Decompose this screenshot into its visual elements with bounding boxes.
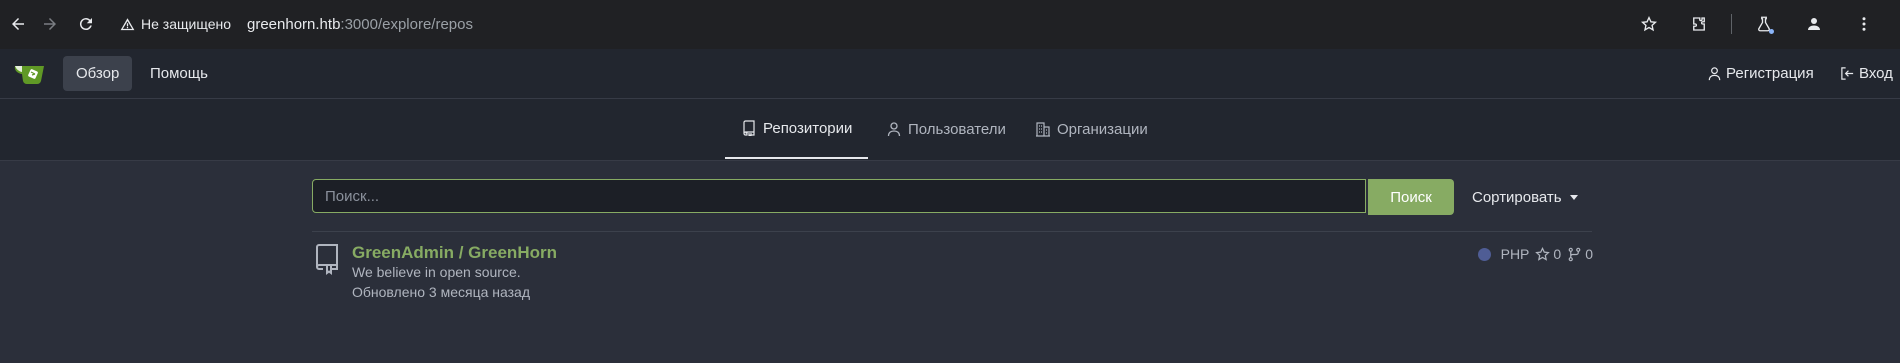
repo-meta: PHP 0 0 xyxy=(1477,244,1593,264)
nav-help[interactable]: Помощь xyxy=(137,56,221,91)
browser-actions xyxy=(1631,6,1882,42)
tab-label: Пользователи xyxy=(908,120,1006,138)
fork-icon xyxy=(1568,247,1581,261)
profile-button[interactable] xyxy=(1796,6,1832,42)
top-navbar: Обзор Помощь Регистрация Вход xyxy=(0,49,1900,99)
register-label: Регистрация xyxy=(1726,65,1814,82)
address-bar[interactable]: Не защищено greenhorn.htb:3000/explore/r… xyxy=(120,6,473,42)
repo-icon xyxy=(316,244,338,275)
forks-link[interactable]: 0 xyxy=(1567,246,1593,262)
sort-label: Сортировать xyxy=(1472,188,1562,206)
toolbar-separator xyxy=(1731,14,1732,34)
back-button[interactable] xyxy=(0,6,36,42)
bookmark-star-button[interactable] xyxy=(1631,6,1667,42)
person-add-icon xyxy=(1708,67,1721,81)
person-icon xyxy=(1808,18,1820,30)
login-link[interactable]: Вход xyxy=(1840,56,1893,91)
tab-organizations[interactable]: Организации xyxy=(1019,99,1164,159)
forks-count: 0 xyxy=(1585,246,1593,262)
tab-label: Организации xyxy=(1057,120,1148,138)
tab-users[interactable]: Пользователи xyxy=(870,99,1022,159)
repo-icon xyxy=(743,120,755,136)
person-icon xyxy=(887,122,901,137)
list-divider xyxy=(312,231,1592,232)
url-host: greenhorn.htb xyxy=(247,15,341,33)
security-indicator[interactable]: Не защищено xyxy=(120,16,231,32)
search-button[interactable]: Поиск xyxy=(1368,179,1454,215)
reload-icon xyxy=(79,18,92,31)
reload-button[interactable] xyxy=(68,6,104,42)
gitea-logo-icon[interactable] xyxy=(14,60,46,86)
more-vertical-icon xyxy=(1862,17,1866,31)
repo-updated: Обновлено 3 месяца назад xyxy=(352,284,531,300)
url-path: :3000/explore/repos xyxy=(340,15,473,33)
repo-language: PHP xyxy=(1500,246,1530,262)
puzzle-icon xyxy=(1693,17,1705,31)
repo-title-link[interactable]: GreenAdmin / GreenHorn xyxy=(352,243,557,263)
nav-explore[interactable]: Обзор xyxy=(63,56,133,91)
star-icon xyxy=(1640,16,1658,32)
sign-in-icon xyxy=(1841,67,1854,80)
forward-button[interactable] xyxy=(32,6,68,42)
register-link[interactable]: Регистрация xyxy=(1707,56,1814,91)
menu-button[interactable] xyxy=(1846,6,1882,42)
star-icon xyxy=(1535,246,1551,261)
arrow-left-icon xyxy=(12,18,24,30)
extensions-button[interactable] xyxy=(1681,6,1717,42)
warning-icon xyxy=(120,17,135,30)
login-label: Вход xyxy=(1859,65,1893,82)
labs-button[interactable] xyxy=(1746,6,1782,42)
language-color-dot xyxy=(1477,247,1491,261)
repo-description: We believe in open source. xyxy=(352,264,521,280)
browser-toolbar: Не защищено greenhorn.htb:3000/explore/r… xyxy=(0,0,1900,50)
sort-dropdown[interactable]: Сортировать xyxy=(1472,179,1578,215)
stars-link[interactable]: 0 xyxy=(1535,246,1561,262)
stars-count: 0 xyxy=(1553,246,1562,262)
arrow-right-icon xyxy=(44,18,56,30)
notification-dot xyxy=(1769,29,1774,34)
organization-icon xyxy=(1036,122,1050,137)
explore-tabs: Репозитории Пользователи Организации xyxy=(0,99,1900,161)
tab-repositories[interactable]: Репозитории xyxy=(725,99,869,159)
caret-down-icon xyxy=(1569,194,1578,200)
tab-label: Репозитории xyxy=(763,119,853,137)
security-label: Не защищено xyxy=(141,16,231,32)
search-input[interactable] xyxy=(312,179,1366,213)
